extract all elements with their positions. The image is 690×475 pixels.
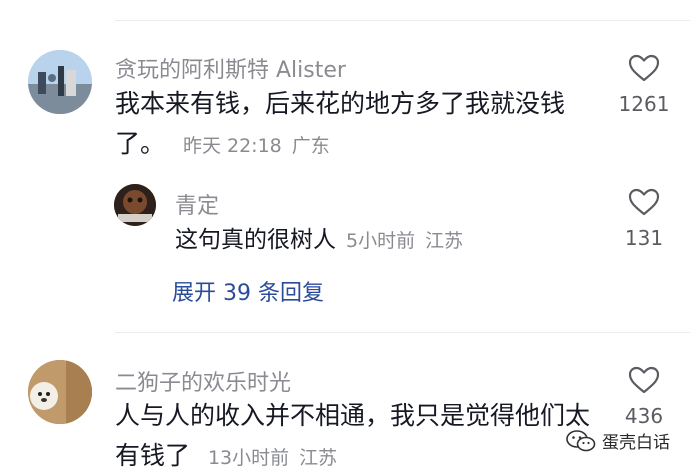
like-count: 1261	[618, 92, 670, 116]
avatar[interactable]	[28, 360, 92, 424]
like-button[interactable]: 436	[614, 366, 674, 428]
wechat-icon	[566, 429, 596, 451]
expand-replies-link[interactable]: 展开 39 条回复	[172, 275, 324, 307]
like-button[interactable]: 1261	[614, 54, 674, 116]
comment-time: 昨天 22:18	[182, 135, 282, 157]
comment-username[interactable]: 二狗子的欢乐时光	[115, 365, 291, 397]
comment-meta: 13小时前 江苏	[208, 447, 337, 469]
comment-username[interactable]: 贪玩的阿利斯特 Alister	[115, 52, 346, 84]
heart-icon	[628, 54, 660, 82]
heart-icon	[628, 188, 660, 216]
comment-text-tail: 了。	[115, 129, 166, 158]
top-divider	[115, 20, 690, 21]
comment-location: 江苏	[299, 447, 338, 469]
watermark: 蛋壳白话	[566, 428, 670, 453]
comment-meta: 昨天 22:18 广东	[183, 135, 330, 157]
comment-text-line: 了。 昨天 22:18 广东	[115, 124, 615, 166]
reply-meta: 5小时前 江苏	[346, 230, 463, 252]
reply-like-button[interactable]: 131	[614, 188, 674, 250]
reply-location: 江苏	[425, 230, 464, 252]
comment-divider	[115, 332, 690, 333]
reply-time: 5小时前	[346, 230, 416, 252]
comment-text-line: 我本来有钱，后来花的地方多了我就没钱	[115, 89, 566, 118]
comment-text-line: 人与人的收入并不相通，我只是觉得他们太	[115, 401, 591, 430]
comment-location: 广东	[291, 135, 330, 157]
reply-text-row: 这句真的很树人 5小时前 江苏	[175, 220, 463, 261]
avatar[interactable]	[114, 184, 156, 226]
comment-text-tail: 有钱了	[115, 441, 191, 470]
comment-text-line: 有钱了 13小时前 江苏	[115, 436, 625, 475]
avatar[interactable]	[28, 50, 92, 114]
watermark-text: 蛋壳白话	[602, 433, 670, 453]
like-count: 131	[624, 226, 664, 250]
like-count: 436	[624, 404, 664, 428]
comment-text: 我本来有钱，后来花的地方多了我就没钱 了。 昨天 22:18 广东	[115, 84, 615, 166]
comment-text: 人与人的收入并不相通，我只是觉得他们太 有钱了 13小时前 江苏	[115, 396, 625, 475]
heart-icon	[628, 366, 660, 394]
reply-username[interactable]: 青定	[175, 188, 219, 220]
comment-time: 13小时前	[207, 447, 290, 469]
reply-text: 这句真的很树人	[175, 227, 336, 253]
